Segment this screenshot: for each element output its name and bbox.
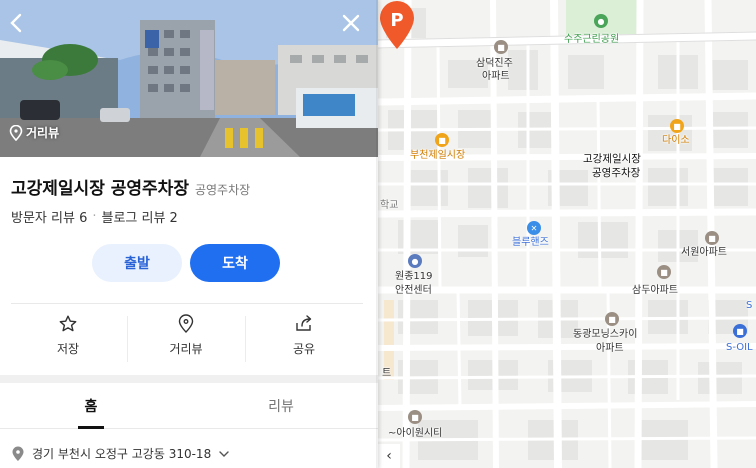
- separator-dot: ·: [92, 209, 97, 224]
- map-label-bluehands: 블루핸즈: [512, 237, 549, 248]
- chevron-down-icon: [219, 450, 229, 457]
- tab-bar: 홈 리뷰: [0, 383, 378, 429]
- map-label-school: 학교: [380, 200, 399, 211]
- tab-home[interactable]: 홈: [11, 383, 171, 429]
- place-panel: 거리뷰 고강제일시장 공영주차장 공영주차장 방문자 리뷰 6 · 블로그 리뷰…: [0, 0, 378, 468]
- map-label-market: 부천제일시장: [410, 150, 466, 161]
- active-tab-indicator: [78, 426, 104, 429]
- review-row: 방문자 리뷰 6 · 블로그 리뷰 2: [11, 207, 178, 226]
- roadview-badge[interactable]: 거리뷰: [9, 124, 59, 141]
- address-text: 경기 부천시 오정구 고강동 310-18: [32, 447, 212, 461]
- app-root: ● ■ ■ ■ ✕ ■ ● ■ ■ ■ ■ 수주근린공원 삼덕진주 아파트 부천…: [0, 0, 756, 468]
- fire-station-icon: ●: [408, 254, 422, 268]
- place-category: 공영주차장: [194, 183, 251, 197]
- roadview-photo[interactable]: 거리뷰: [0, 0, 378, 157]
- address-row[interactable]: 경기 부천시 오정구 고강동 310-18: [11, 445, 230, 462]
- location-pin-icon: [12, 446, 24, 461]
- roadview-action[interactable]: 거리뷰: [127, 314, 245, 357]
- apartment-icon-4: ■: [605, 312, 619, 326]
- map-label-samdu-apt: 삼두아파트: [632, 285, 678, 296]
- star-icon: [59, 315, 77, 332]
- map-label-fire-line1: 원종119: [395, 271, 433, 282]
- share-action[interactable]: 공유: [245, 314, 363, 357]
- share-icon: [296, 315, 312, 331]
- gas-station-icon: ■: [733, 324, 747, 338]
- visitor-review-link[interactable]: 방문자 리뷰 6: [11, 207, 87, 226]
- apartment-icon: ■: [494, 40, 508, 54]
- place-name: 고강제일시장 공영주차장: [11, 179, 189, 199]
- depart-button[interactable]: 출발: [92, 244, 182, 282]
- park-icon: ●: [594, 14, 608, 28]
- map-label-donggwang-line1: 동광모닝스카이: [573, 329, 638, 340]
- shop-icon: ■: [670, 119, 684, 133]
- apartment-icon-2: ■: [705, 231, 719, 245]
- map-label-s-edge: S: [746, 300, 753, 311]
- map-label-apt1-line1: 삼덕진주: [476, 58, 513, 69]
- roadview-badge-label: 거리뷰: [26, 126, 60, 140]
- chevron-left-icon: ‹: [386, 448, 392, 464]
- map-view[interactable]: ● ■ ■ ■ ✕ ■ ● ■ ■ ■ ■ 수주근린공원 삼덕진주 아파트 부천…: [378, 0, 756, 468]
- map-label-pin-line1: 고강제일시장: [583, 153, 641, 165]
- section-gap: [0, 375, 378, 383]
- map-label-icity: ~아이원시티: [388, 428, 443, 439]
- blog-review-link[interactable]: 블로그 리뷰 2: [101, 207, 177, 226]
- save-action[interactable]: 저장: [9, 314, 127, 357]
- map-label-park: 수주근린공원: [564, 34, 620, 45]
- chevron-left-icon: [10, 13, 22, 33]
- market-icon: ■: [435, 133, 449, 147]
- map-label-fire-line2: 안전센터: [395, 285, 432, 296]
- map-label-soil: S-OIL: [726, 342, 753, 353]
- map-label-daiso: 다이소: [662, 135, 690, 146]
- apartment-icon-5: ■: [408, 410, 422, 424]
- location-pin-icon: [9, 124, 23, 141]
- title-row: 고강제일시장 공영주차장 공영주차장: [11, 174, 250, 199]
- share-action-label: 공유: [292, 342, 316, 356]
- arrive-button[interactable]: 도착: [190, 244, 280, 282]
- map-label-apt1-line2: 아파트: [482, 71, 510, 82]
- divider: [11, 303, 363, 304]
- roadview-action-label: 거리뷰: [169, 342, 203, 356]
- map-label-ite: 트: [382, 368, 392, 379]
- car-repair-icon: ✕: [527, 221, 541, 235]
- close-button[interactable]: [338, 10, 364, 36]
- pin-letter: P: [390, 10, 403, 31]
- save-action-label: 저장: [56, 342, 80, 356]
- back-button[interactable]: [4, 10, 30, 36]
- map-label-donggwang-line2: 아파트: [596, 343, 624, 354]
- parking-pin-marker[interactable]: P: [378, 0, 416, 50]
- panel-shadow: [376, 0, 382, 468]
- apartment-icon-3: ■: [657, 265, 671, 279]
- map-label-seowon-apt: 서원아파트: [681, 247, 727, 258]
- map-roads: [378, 0, 756, 468]
- tab-review[interactable]: 리뷰: [201, 383, 361, 429]
- location-pin-icon: [178, 314, 194, 333]
- map-label-pin-line2: 공영주차장: [592, 167, 641, 179]
- close-icon: [342, 14, 360, 32]
